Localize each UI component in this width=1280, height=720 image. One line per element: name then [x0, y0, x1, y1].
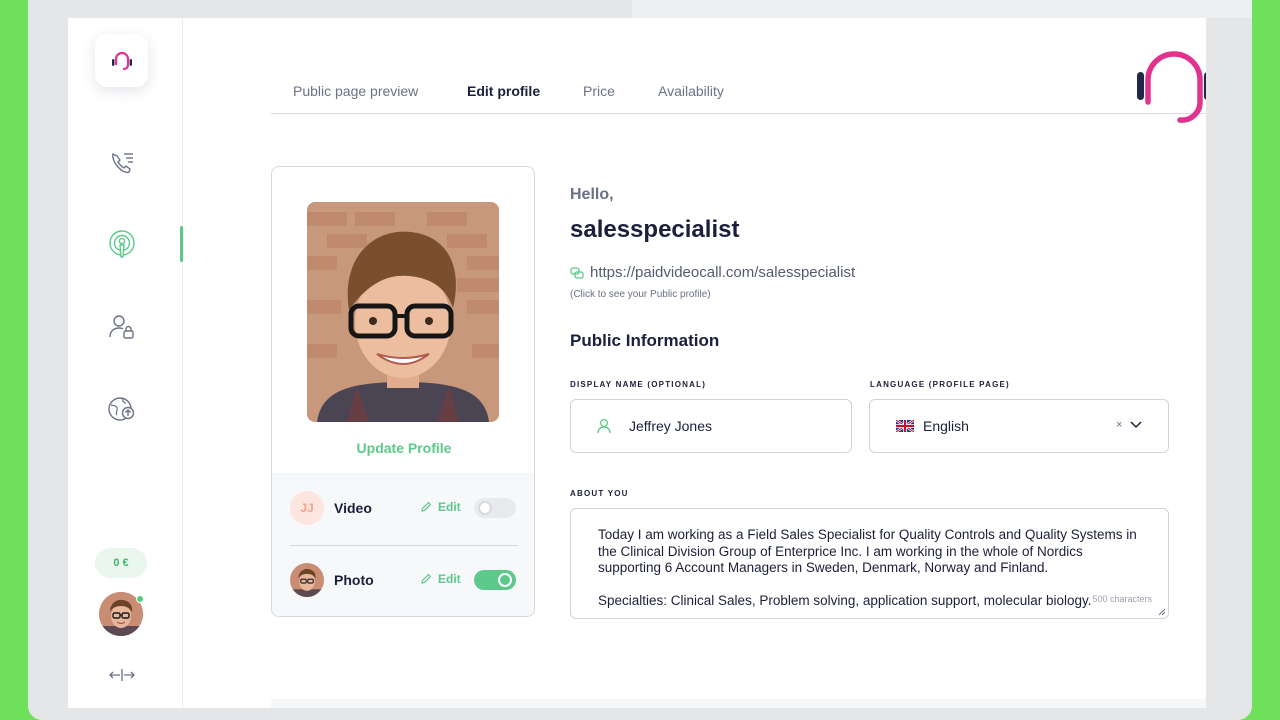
- video-toggle[interactable]: [474, 498, 516, 518]
- sidebar-item-account[interactable]: [105, 310, 139, 344]
- pencil-icon: [421, 573, 432, 584]
- language-select[interactable]: English ×: [869, 399, 1169, 453]
- profile-tabs: Public page preview Edit profile Price A…: [271, 78, 1206, 114]
- tab-price[interactable]: Price: [583, 83, 615, 99]
- brand-headset-logo-icon: [1137, 51, 1206, 123]
- online-status-dot: [136, 595, 144, 603]
- about-you-label: ABOUT YOU: [570, 489, 629, 498]
- sidebar: 0 €: [68, 18, 183, 708]
- photo-toggle[interactable]: [474, 570, 516, 590]
- public-profile-hint: (Click to see your Public profile): [570, 289, 711, 300]
- app-screen: 0 € Public page preview Edit profile Pri…: [68, 18, 1206, 708]
- profile-card: Update Profile JJ Video Edit Photo Edit: [271, 166, 535, 617]
- public-profile-url: https://paidvideocall.com/salesspecialis…: [590, 264, 856, 281]
- display-name-label: DISPLAY NAME (OPTIONAL): [570, 380, 707, 389]
- podcast-icon: [109, 230, 135, 258]
- photo-thumbnail-image: [290, 563, 324, 597]
- about-you-textarea[interactable]: Today I am working as a Field Sales Spec…: [570, 508, 1169, 619]
- active-indicator: [180, 226, 183, 262]
- video-edit-button[interactable]: Edit: [420, 500, 461, 514]
- video-initials-badge: JJ: [290, 491, 324, 525]
- tab-edit-profile[interactable]: Edit profile: [467, 83, 540, 99]
- sidebar-item-profile[interactable]: [105, 227, 139, 261]
- app-logo[interactable]: [95, 34, 148, 87]
- video-edit-label: Edit: [438, 500, 461, 514]
- language-value: English: [923, 418, 969, 434]
- language-clear-button[interactable]: ×: [1116, 419, 1122, 431]
- language-label: LANGUAGE (PROFILE PAGE): [870, 380, 1010, 389]
- user-icon: [597, 418, 611, 434]
- public-profile-link[interactable]: https://paidvideocall.com/salesspecialis…: [570, 264, 855, 281]
- collapse-arrows-icon: [109, 669, 135, 681]
- row-divider: [290, 545, 518, 546]
- tab-public-page-preview[interactable]: Public page preview: [293, 83, 418, 99]
- photo-label: Photo: [334, 572, 374, 588]
- about-paragraph-2: Specialties: Clinical Sales, Problem sol…: [598, 592, 1092, 608]
- photo-edit-label: Edit: [438, 572, 461, 586]
- about-paragraph-1: Today I am working as a Field Sales Spec…: [598, 527, 1137, 575]
- sidebar-item-upload[interactable]: [105, 392, 139, 426]
- about-you-text: Today I am working as a Field Sales Spec…: [598, 527, 1143, 618]
- chevron-down-icon[interactable]: [1130, 421, 1142, 429]
- resize-grip-icon[interactable]: [1156, 606, 1166, 616]
- photo-toggle-knob: [498, 573, 512, 587]
- video-toggle-knob: [478, 501, 492, 515]
- tab-availability[interactable]: Availability: [658, 83, 724, 99]
- profile-photo[interactable]: [307, 202, 499, 422]
- globe-upload-icon: [108, 397, 135, 421]
- device-bezel-highlight: [632, 0, 1252, 18]
- video-row: JJ Video Edit: [290, 489, 518, 529]
- character-count: 500 characters: [1092, 594, 1152, 604]
- pencil-icon: [421, 501, 432, 512]
- footer-strip: [271, 699, 1206, 708]
- display-name-value: Jeffrey Jones: [629, 418, 713, 434]
- headset-logo-icon: [111, 51, 132, 70]
- greeting: Hello,: [570, 186, 614, 203]
- video-label: Video: [334, 500, 372, 516]
- public-information-title: Public Information: [570, 331, 720, 350]
- photo-edit-button[interactable]: Edit: [420, 572, 461, 586]
- phone-list-icon: [112, 153, 133, 174]
- balance-badge[interactable]: 0 €: [95, 548, 147, 578]
- profile-photo-image: [307, 202, 499, 422]
- username-heading: salesspecialist: [570, 216, 740, 243]
- link-icon: [570, 266, 584, 279]
- uk-flag-icon: [896, 420, 914, 432]
- photo-row: Photo Edit: [290, 561, 518, 601]
- collapse-sidebar-button[interactable]: [105, 664, 139, 686]
- user-lock-icon: [109, 315, 134, 339]
- photo-thumbnail: [290, 563, 324, 597]
- display-name-field[interactable]: Jeffrey Jones: [570, 399, 852, 453]
- update-profile-button[interactable]: Update Profile: [272, 440, 534, 456]
- sidebar-item-calls[interactable]: [105, 145, 139, 179]
